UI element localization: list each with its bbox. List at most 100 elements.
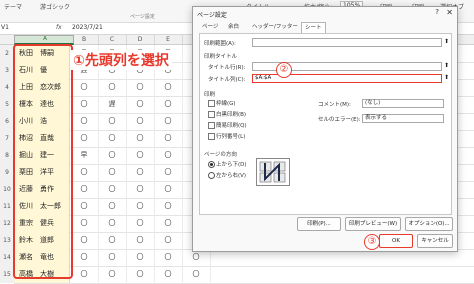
attendance-cell[interactable]: 〇 — [154, 130, 183, 147]
name-box[interactable]: V1 — [1, 24, 31, 32]
errors-select[interactable]: 表示する — [362, 114, 444, 123]
draft-checkbox[interactable] — [208, 122, 215, 129]
annotation-step2: ② — [276, 62, 292, 78]
attendance-cell[interactable]: 〇 — [126, 130, 155, 147]
page-group-label: ページ設定 — [130, 14, 155, 20]
col-header-e[interactable]: E — [154, 35, 183, 44]
attendance-cell[interactable]: 〇 — [70, 96, 99, 113]
attendance-cell[interactable]: 〇 — [98, 164, 127, 181]
attendance-cell[interactable]: 〇 — [98, 232, 127, 249]
headings-label: 行列番号(L) — [216, 134, 246, 140]
close-icon[interactable]: ✕ — [446, 8, 453, 17]
attendance-cell[interactable]: 〇 — [98, 147, 127, 164]
cancel-button[interactable]: キャンセル — [417, 234, 453, 248]
attendance-cell[interactable]: 〇 — [70, 79, 99, 96]
attendance-cell[interactable]: 〇 — [126, 79, 155, 96]
attendance-cell[interactable]: 早 — [70, 147, 99, 164]
attendance-cell[interactable]: 〇 — [126, 113, 155, 130]
attendance-cell[interactable]: 〇 — [154, 232, 183, 249]
attendance-cell[interactable]: 〇 — [154, 96, 183, 113]
options-button[interactable]: オプション(O)... — [405, 217, 453, 231]
print-titles-label: 印刷タイトル — [204, 54, 238, 60]
attendance-cell[interactable]: 〇 — [70, 198, 99, 215]
gridlines-checkbox[interactable] — [208, 100, 215, 107]
col-header-d[interactable]: D — [126, 35, 155, 44]
errors-label: セルのエラー(E): — [318, 117, 361, 123]
tab-sheet[interactable]: シート — [301, 22, 326, 33]
order-down-label: 上から下(D) — [216, 162, 247, 168]
table-row: 高橋 大樹〇〇〇〇〇 — [14, 266, 474, 284]
attendance-cell[interactable]: 〇 — [70, 113, 99, 130]
corner-cell[interactable] — [0, 35, 15, 44]
attendance-cell[interactable]: 〇 — [154, 113, 183, 130]
page-order-preview-icon — [256, 158, 290, 186]
attendance-cell[interactable]: 〇 — [126, 232, 155, 249]
attendance-cell[interactable]: 〇 — [126, 215, 155, 232]
attendance-cell[interactable]: 〇 — [154, 147, 183, 164]
order-over-label: 左から右(V) — [216, 173, 247, 179]
collapse-cols-icon[interactable]: ⬆ — [444, 74, 449, 81]
tab-page[interactable]: ページ — [199, 22, 221, 32]
order-over-radio[interactable] — [208, 172, 215, 179]
attendance-cell[interactable]: 〇 — [98, 79, 127, 96]
attendance-cell[interactable]: 〇 — [70, 232, 99, 249]
attendance-cell[interactable]: 〇 — [154, 79, 183, 96]
title-rows-label: タイトル行(R): — [208, 65, 246, 71]
print-area-field[interactable] — [252, 38, 442, 47]
attendance-cell[interactable]: 〇 — [126, 147, 155, 164]
font-label[interactable]: 游ゴシック — [40, 2, 70, 11]
print-button[interactable]: 印刷(P)... — [297, 217, 341, 231]
attendance-cell[interactable]: 〇 — [70, 164, 99, 181]
ok-button[interactable]: OK — [379, 234, 413, 248]
attendance-cell[interactable]: 〇 — [154, 181, 183, 198]
order-down-radio[interactable] — [208, 161, 215, 168]
column-a-highlight — [13, 44, 73, 279]
annotation-step1: ①先頭列を選択 — [70, 50, 172, 70]
collapse-icon[interactable]: ⬆ — [444, 38, 449, 45]
attendance-cell[interactable]: 〇 — [126, 249, 155, 266]
col-header-b[interactable]: B — [70, 35, 99, 44]
attendance-cell[interactable]: 〇 — [126, 198, 155, 215]
attendance-cell[interactable]: 〇 — [70, 266, 99, 283]
attendance-cell[interactable]: 〇 — [98, 215, 127, 232]
attendance-cell[interactable]: 〇 — [182, 266, 211, 283]
annotation-step3: ③ — [364, 234, 380, 250]
attendance-cell[interactable]: 〇 — [154, 266, 183, 283]
col-header-c[interactable]: C — [98, 35, 127, 44]
attendance-cell[interactable]: 〇 — [126, 164, 155, 181]
print-section-label: 印刷 — [204, 92, 216, 98]
attendance-cell[interactable]: 〇 — [70, 181, 99, 198]
attendance-cell[interactable]: 〇 — [70, 249, 99, 266]
attendance-cell[interactable]: 〇 — [154, 164, 183, 181]
comments-label: コメント(M): — [318, 102, 351, 108]
attendance-cell[interactable]: 〇 — [70, 215, 99, 232]
attendance-cell[interactable]: 〇 — [154, 215, 183, 232]
attendance-cell[interactable]: 〇 — [154, 198, 183, 215]
headings-checkbox[interactable] — [208, 133, 215, 140]
attendance-cell[interactable]: 〇 — [126, 266, 155, 283]
bw-label: 白黒印刷(B) — [216, 112, 247, 118]
attendance-cell[interactable]: 〇 — [70, 130, 99, 147]
page-order-label: ページの方向 — [204, 152, 237, 158]
attendance-cell[interactable]: 〇 — [98, 113, 127, 130]
attendance-cell[interactable]: 〇 — [154, 249, 183, 266]
attendance-cell[interactable]: 〇 — [98, 266, 127, 283]
attendance-cell[interactable]: 〇 — [98, 181, 127, 198]
attendance-cell[interactable]: 遅 — [98, 96, 127, 113]
theme-label[interactable]: テーマ — [4, 2, 22, 11]
page-setup-dialog: ページ設定 ? ✕ ページ 余白 ヘッダー/フッター シート 印刷範囲(A): … — [192, 6, 458, 252]
bw-checkbox[interactable] — [208, 111, 215, 118]
collapse-rows-icon[interactable]: ⬆ — [444, 62, 449, 69]
tab-margins[interactable]: 余白 — [225, 22, 242, 32]
attendance-cell[interactable]: 〇 — [126, 181, 155, 198]
attendance-cell[interactable]: 〇 — [98, 198, 127, 215]
print-preview-button[interactable]: 印刷プレビュー(W) — [345, 217, 401, 231]
attendance-cell[interactable]: 〇 — [98, 249, 127, 266]
help-icon[interactable]: ? — [435, 8, 439, 16]
tab-header-footer[interactable]: ヘッダー/フッター — [249, 22, 301, 32]
title-cols-label: タイトル列(C): — [208, 77, 246, 83]
attendance-cell[interactable]: 〇 — [126, 96, 155, 113]
comments-select[interactable]: (なし) — [362, 99, 444, 108]
attendance-cell[interactable]: 〇 — [98, 130, 127, 147]
gridlines-label: 枠線(G) — [216, 101, 236, 107]
